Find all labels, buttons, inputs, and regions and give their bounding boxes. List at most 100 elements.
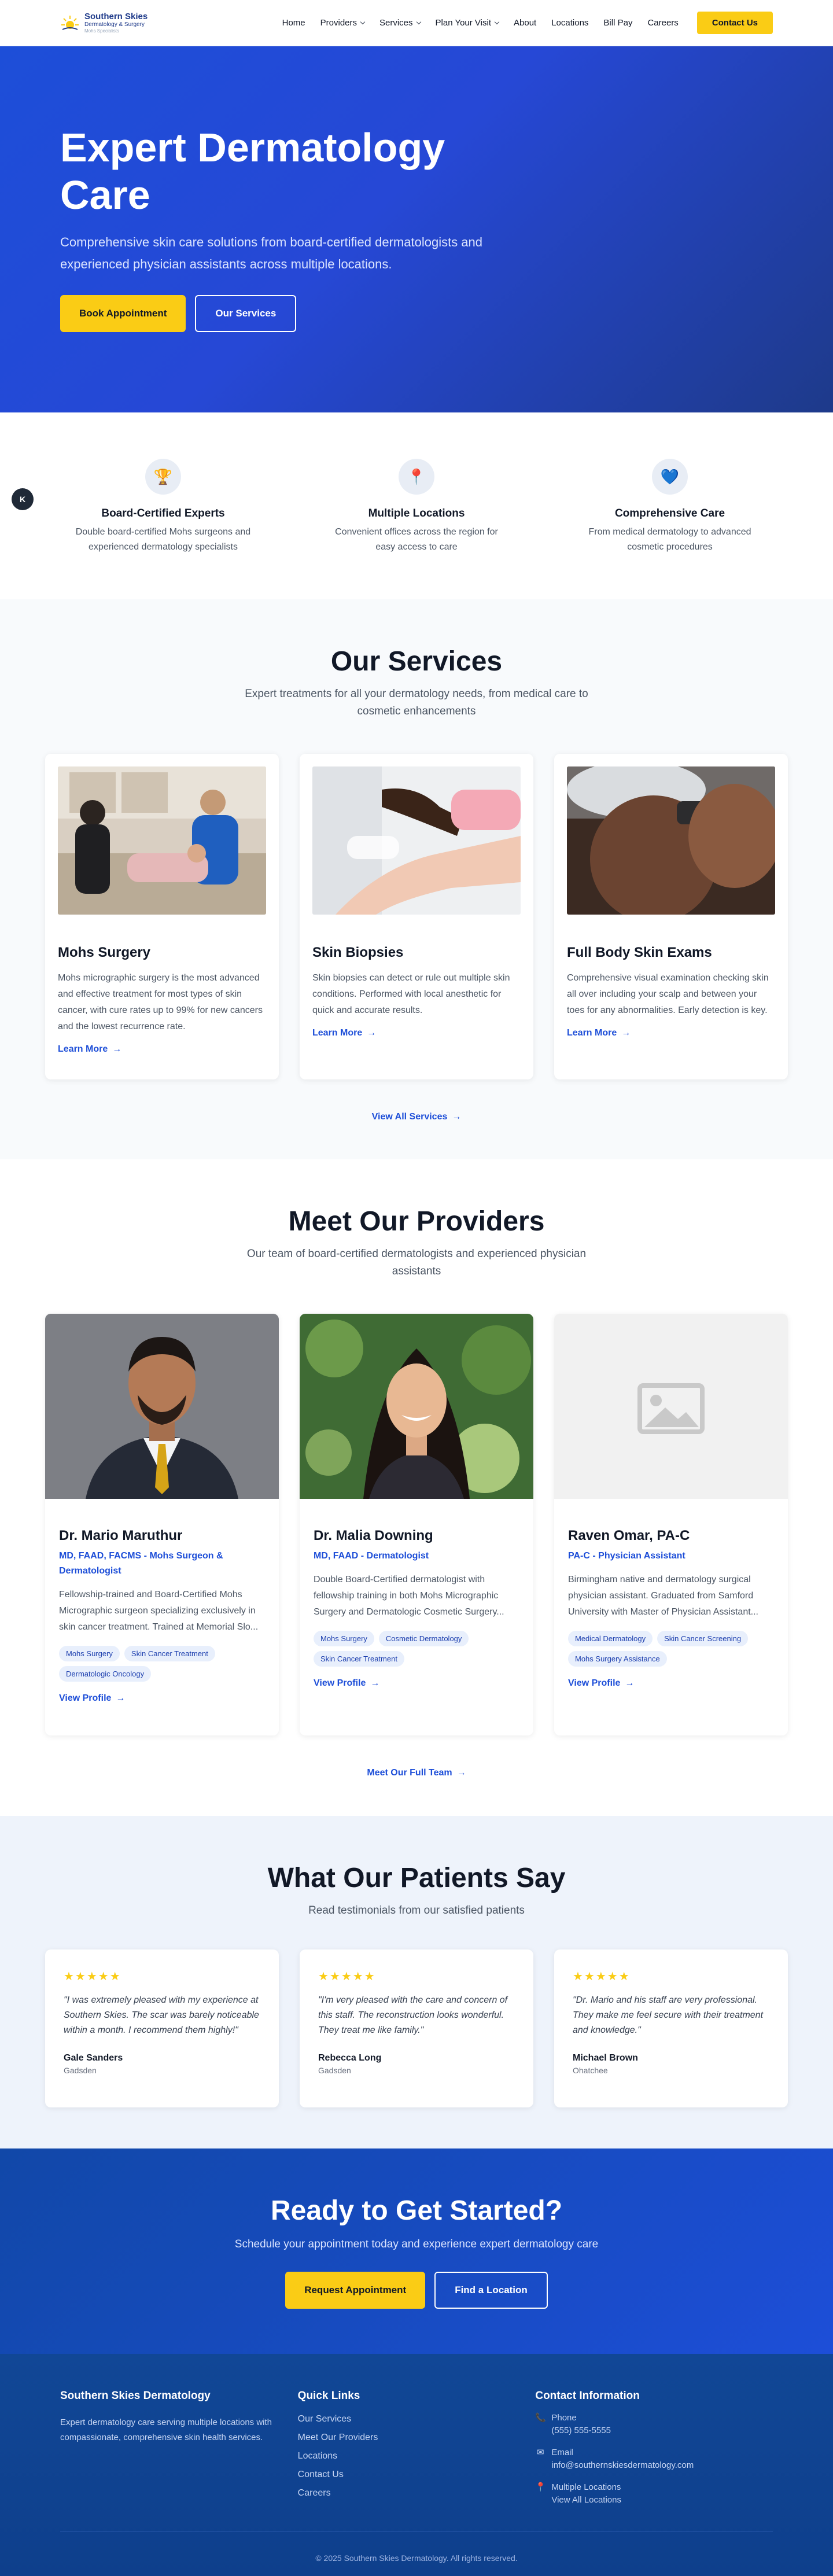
copyright: © 2025 Southern Skies Dermatology. All r…: [60, 2531, 773, 2563]
book-appointment-button[interactable]: Book Appointment: [60, 295, 186, 332]
specialty-tag: Skin Cancer Treatment: [314, 1651, 404, 1667]
email-label: Email: [551, 2448, 573, 2457]
footer-link-careers[interactable]: Careers: [298, 2488, 536, 2498]
service-title: Skin Biopsies: [312, 945, 404, 960]
email-icon: ✉: [537, 2448, 544, 2457]
nav-careers[interactable]: Careers: [647, 18, 678, 28]
footer-link-services[interactable]: Our Services: [298, 2414, 536, 2424]
skin-biopsy-photo: [312, 766, 521, 915]
specialty-tag: Mohs Surgery: [314, 1631, 374, 1646]
specialty-tag: Medical Dermatology: [568, 1631, 653, 1646]
provider-name: Dr. Malia Downing: [314, 1528, 433, 1543]
footer-locations: 📍 Multiple Locations View All Locations: [535, 2481, 773, 2507]
nav-bill-pay[interactable]: Bill Pay: [603, 18, 632, 28]
service-card-skin-exams[interactable]: Full Body Skin Exams Comprehensive visua…: [554, 754, 788, 1079]
site-header: Southern Skies Dermatology & Surgery Moh…: [0, 0, 833, 46]
learn-more-label: Learn More: [58, 1044, 108, 1054]
our-services-button[interactable]: Our Services: [195, 295, 297, 332]
star-rating-icon: ★★★★★: [64, 1970, 121, 1983]
feature-multiple-locations: 📍 Multiple Locations Convenient offices …: [310, 459, 523, 599]
nav-home-label: Home: [282, 18, 305, 28]
nav-locations-label: Locations: [551, 18, 589, 28]
learn-more-link[interactable]: Learn More →: [58, 1044, 121, 1055]
arrow-right-icon: →: [621, 1028, 631, 1038]
footer-link-locations[interactable]: Locations: [298, 2451, 536, 2461]
arrow-right-icon: →: [452, 1112, 462, 1122]
feature-comprehensive-care: 💙 Comprehensive Care From medical dermat…: [563, 459, 776, 599]
trophy-icon: 🏆: [145, 459, 181, 495]
logo-tagline: Dermatology & Surgery: [84, 21, 145, 28]
specialty-tag: Mohs Surgery Assistance: [568, 1651, 667, 1667]
provider-name: Raven Omar, PA-C: [568, 1528, 690, 1543]
feature-text: Convenient offices across the region for…: [335, 527, 498, 552]
service-text: Skin biopsies can detect or rule out mul…: [312, 973, 510, 1015]
view-profile-label: View Profile: [568, 1678, 621, 1688]
provider-bio: Fellowship-trained and Board-Certified M…: [59, 1590, 259, 1632]
hero-subtitle: Comprehensive skin care solutions from b…: [60, 235, 483, 271]
email-address[interactable]: info@southernskiesdermatology.com: [551, 2459, 694, 2472]
testimonials-subtitle: Read testimonials from our satisfied pat…: [308, 1904, 525, 1917]
feature-text: Double board-certified Mohs surgeons and…: [75, 527, 251, 552]
provider-bio: Birmingham native and dermatology surgic…: [568, 1575, 758, 1617]
nav-services-label: Services: [379, 18, 413, 28]
find-location-button[interactable]: Find a Location: [434, 2272, 548, 2309]
view-profile-link[interactable]: View Profile →: [568, 1678, 634, 1689]
feature-title: Multiple Locations: [368, 507, 465, 519]
specialty-tag: Cosmetic Dermatology: [378, 1631, 469, 1646]
nav-home[interactable]: Home: [282, 18, 305, 28]
learn-more-link[interactable]: Learn More →: [312, 1028, 376, 1038]
testimonial-quote: "Dr. Mario and his staff are very profes…: [573, 1995, 764, 2035]
service-title: Mohs Surgery: [58, 945, 151, 960]
provider-card-downing[interactable]: Dr. Malia Downing MD, FAAD - Dermatologi…: [300, 1314, 533, 1735]
service-card-mohs[interactable]: Mohs Surgery Mohs micrographic surgery i…: [45, 754, 279, 1079]
view-all-services-link[interactable]: View All Services →: [372, 1112, 462, 1122]
nav-services[interactable]: Services: [379, 18, 421, 28]
floating-widget-button[interactable]: K: [12, 488, 34, 510]
view-profile-link[interactable]: View Profile →: [314, 1678, 379, 1689]
nav-providers-label: Providers: [320, 18, 357, 28]
provider-card-maruthur[interactable]: Dr. Mario Maruthur MD, FAAD, FACMS - Moh…: [45, 1314, 279, 1735]
feature-title: Comprehensive Care: [614, 507, 725, 519]
view-profile-link[interactable]: View Profile →: [59, 1693, 125, 1704]
footer-email: ✉ Email info@southernskiesdermatology.com: [535, 2446, 773, 2472]
footer-link-providers[interactable]: Meet Our Providers: [298, 2433, 536, 2443]
request-appointment-button[interactable]: Request Appointment: [285, 2272, 426, 2309]
footer-link-contact[interactable]: Contact Us: [298, 2470, 536, 2480]
testimonial-author: Gale Sanders: [64, 2053, 123, 2063]
location-pin-icon: 📍: [399, 459, 434, 495]
chevron-down-icon: [494, 19, 500, 25]
sun-logo-icon: [61, 15, 79, 30]
footer-contact-title: Contact Information: [535, 2390, 640, 2402]
learn-more-label: Learn More: [312, 1028, 363, 1038]
phone-number[interactable]: (555) 555-5555: [551, 2424, 611, 2437]
view-profile-label: View Profile: [314, 1678, 366, 1688]
footer-phone: 📞 Phone (555) 555-5555: [535, 2412, 773, 2437]
provider-photo: [300, 1314, 533, 1499]
logo[interactable]: Southern Skies Dermatology & Surgery Moh…: [60, 12, 176, 34]
services-subtitle: Expert treatments for all your dermatolo…: [245, 688, 588, 717]
nav-plan-your-visit[interactable]: Plan Your Visit: [436, 18, 500, 28]
cta-section: Ready to Get Started? Schedule your appo…: [0, 2148, 833, 2354]
provider-name: Dr. Mario Maruthur: [59, 1528, 183, 1543]
service-card-biopsies[interactable]: Skin Biopsies Skin biopsies can detect o…: [300, 754, 533, 1079]
nav-about[interactable]: About: [514, 18, 536, 28]
chevron-down-icon: [360, 19, 366, 25]
mohs-surgery-photo: [58, 766, 266, 915]
provider-bio: Double Board-Certified dermatologist wit…: [314, 1575, 504, 1617]
testimonial-card: ★★★★★ "I was extremely pleased with my e…: [45, 1949, 279, 2107]
nav-providers[interactable]: Providers: [320, 18, 366, 28]
features-section: K 🏆 Board-Certified Experts Double board…: [0, 412, 833, 599]
meet-full-team-link[interactable]: Meet Our Full Team →: [367, 1768, 466, 1778]
contact-us-button[interactable]: Contact Us: [696, 12, 773, 34]
learn-more-link[interactable]: Learn More →: [567, 1028, 631, 1038]
services-section: Our Services Expert treatments for all y…: [0, 599, 833, 1159]
providers-subtitle: Our team of board-certified dermatologis…: [246, 1248, 587, 1277]
specialty-tag: Mohs Surgery: [59, 1646, 120, 1661]
phone-icon: 📞: [535, 2413, 547, 2423]
testimonial-card: ★★★★★ "I'm very pleased with the care an…: [300, 1949, 533, 2107]
footer-about-text: Expert dermatology care serving multiple…: [60, 2417, 272, 2442]
nav-locations[interactable]: Locations: [551, 18, 588, 28]
provider-card-omar[interactable]: Raven Omar, PA-C PA-C - Physician Assist…: [554, 1314, 788, 1735]
view-all-locations-link[interactable]: View All Locations: [551, 2494, 621, 2507]
arrow-right-icon: →: [116, 1693, 126, 1703]
